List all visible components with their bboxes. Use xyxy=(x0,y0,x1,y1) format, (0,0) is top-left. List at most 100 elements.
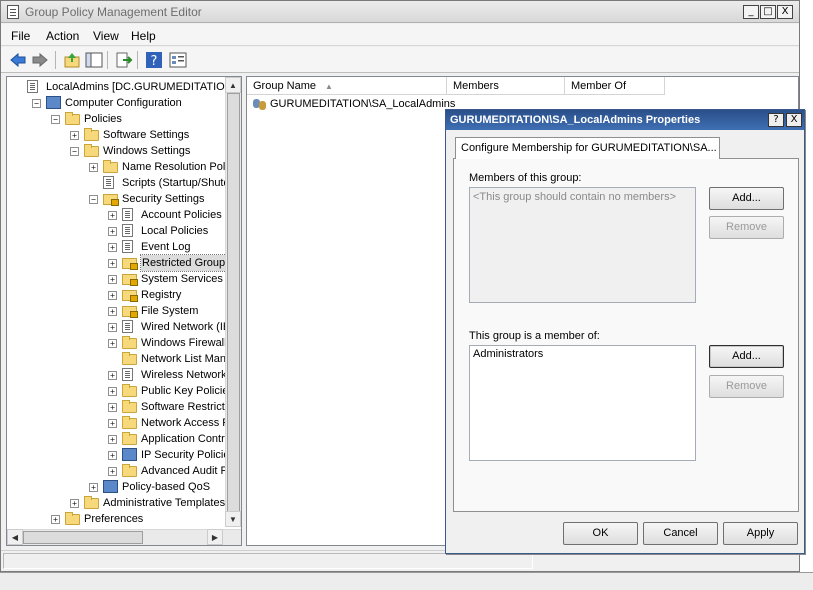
expand-icon[interactable]: + xyxy=(108,323,117,332)
members-remove-button[interactable]: Remove xyxy=(709,216,784,239)
collapse-icon[interactable]: − xyxy=(89,195,98,204)
members-add-button[interactable]: Add... xyxy=(709,187,784,210)
tree-item-event-log[interactable]: + Event Log xyxy=(7,239,225,255)
tree-horizontal-scrollbar[interactable]: ◀ ▶ xyxy=(7,529,241,545)
member-of-item[interactable]: Administrators xyxy=(473,348,543,360)
scroll-up-arrow-icon[interactable]: ▲ xyxy=(225,77,241,93)
folder-icon xyxy=(65,512,80,525)
tree-item-account-policies[interactable]: + Account Policies xyxy=(7,207,225,223)
maximize-button[interactable]: □ xyxy=(760,5,776,19)
collapse-icon[interactable]: − xyxy=(70,147,79,156)
folder-icon xyxy=(122,416,137,429)
dialog-help-button[interactable]: ? xyxy=(768,113,784,127)
expand-icon[interactable]: + xyxy=(89,483,98,492)
tree-item-security-settings[interactable]: − Security Settings xyxy=(7,191,225,207)
tree-item-preferences[interactable]: + Preferences xyxy=(7,511,225,527)
expand-icon[interactable]: + xyxy=(108,291,117,300)
expand-icon[interactable]: + xyxy=(108,451,117,460)
apply-button[interactable]: Apply xyxy=(723,522,798,545)
cancel-button[interactable]: Cancel xyxy=(643,522,718,545)
expand-icon[interactable]: + xyxy=(108,435,117,444)
tree-item-windows-firewall-wit[interactable]: + Windows Firewall wit xyxy=(7,335,241,351)
properties-icon[interactable] xyxy=(169,51,187,69)
expand-icon[interactable]: + xyxy=(70,499,79,508)
scroll-left-arrow-icon[interactable]: ◀ xyxy=(7,529,23,545)
group-icon xyxy=(253,98,267,111)
policy-doc-icon xyxy=(122,224,133,237)
tree-item-public-key-policies[interactable]: + Public Key Policies xyxy=(7,383,234,399)
expand-icon[interactable]: + xyxy=(108,259,117,268)
show-hide-tree-icon[interactable] xyxy=(85,51,103,69)
tree-vertical-scrollbar[interactable]: ▲ ▼ xyxy=(225,77,241,527)
expand-icon[interactable]: + xyxy=(108,419,117,428)
dialog-close-button[interactable]: X xyxy=(786,113,802,127)
tree-item-scripts-startup-shutdow[interactable]: Scripts (Startup/Shutdow xyxy=(7,175,241,191)
member-of-add-button[interactable]: Add... xyxy=(709,345,784,368)
expand-icon[interactable]: + xyxy=(108,275,117,284)
ok-button[interactable]: OK xyxy=(563,522,638,545)
expand-icon[interactable]: + xyxy=(108,339,117,348)
expand-icon[interactable]: + xyxy=(108,387,117,396)
tree-item-windows-settings[interactable]: − Windows Settings xyxy=(7,143,225,159)
security-folder-icon xyxy=(122,258,138,270)
scroll-down-arrow-icon[interactable]: ▼ xyxy=(225,511,241,527)
tree-item-advanced-audit-polic[interactable]: + Advanced Audit Polic xyxy=(7,463,241,479)
tree-item-wired-network-ieee[interactable]: + Wired Network (IEEE xyxy=(7,319,241,335)
up-folder-icon[interactable] xyxy=(63,51,81,69)
expand-icon[interactable]: + xyxy=(108,211,117,220)
column-header-member-of[interactable]: Member Of xyxy=(565,77,665,95)
tree-item-software-restriction[interactable]: + Software Restriction xyxy=(7,399,239,415)
export-list-icon[interactable] xyxy=(115,51,133,69)
scroll-right-arrow-icon[interactable]: ▶ xyxy=(207,529,223,545)
background-strip xyxy=(0,572,813,590)
console-tree[interactable]: + Preferences + Administrative Templates: P… xyxy=(6,76,242,546)
collapse-icon[interactable]: − xyxy=(32,99,41,108)
expand-icon[interactable]: + xyxy=(108,467,117,476)
tree-item-name-resolution-policy[interactable]: + Name Resolution Policy xyxy=(7,159,239,175)
member-of-remove-button[interactable]: Remove xyxy=(709,375,784,398)
expand-icon[interactable]: + xyxy=(108,307,117,316)
menu-action[interactable]: Action xyxy=(46,29,79,43)
expand-icon[interactable]: + xyxy=(108,403,117,412)
tree-item-policies[interactable]: − Policies xyxy=(7,111,225,127)
column-header-members[interactable]: Members xyxy=(447,77,565,95)
expand-icon[interactable]: + xyxy=(108,227,117,236)
help-icon[interactable]: ? xyxy=(145,51,163,69)
members-listbox[interactable]: <This group should contain no members> xyxy=(469,187,696,303)
tree-scroll-thumb[interactable] xyxy=(227,93,240,513)
menu-view[interactable]: View xyxy=(93,29,119,43)
tree-item-administrative-templates-po[interactable]: + Administrative Templates: Po xyxy=(7,495,241,511)
expand-icon[interactable]: + xyxy=(51,515,60,524)
tree-item-ip-security-policies-or[interactable]: + IP Security Policies or xyxy=(7,447,241,463)
tree-item-restricted-groups[interactable]: + Restricted Groups xyxy=(7,254,233,272)
minimize-button[interactable]: _ xyxy=(743,5,759,19)
tree-item-system-services[interactable]: + System Services xyxy=(7,271,225,287)
tree-item-software-settings[interactable]: + Software Settings xyxy=(7,127,225,143)
list-row-group[interactable]: GURUMEDITATION\SA_LocalAdmins xyxy=(253,96,455,112)
collapse-icon[interactable]: − xyxy=(51,115,60,124)
tree-item-network-access-prot[interactable]: + Network Access Prot xyxy=(7,415,241,431)
expand-icon[interactable]: + xyxy=(108,243,117,252)
tree-item-policy-based-qos[interactable]: + Policy-based QoS xyxy=(7,479,225,495)
column-header-group-name[interactable]: Group Name ▲ xyxy=(247,77,447,95)
tree-hscroll-thumb[interactable] xyxy=(23,531,143,544)
expand-icon[interactable]: + xyxy=(108,371,117,380)
member-of-listbox[interactable]: Administrators xyxy=(469,345,696,461)
menu-file[interactable]: File xyxy=(11,29,30,43)
tree-item-local-policies[interactable]: + Local Policies xyxy=(7,223,225,239)
menu-bar: File Action View Help xyxy=(1,24,799,46)
tree-item-wireless-network-ie[interactable]: + Wireless Network (IE xyxy=(7,367,241,383)
back-arrow-icon[interactable] xyxy=(9,51,27,69)
tree-item-registry[interactable]: + Registry xyxy=(7,287,225,303)
expand-icon[interactable]: + xyxy=(89,163,98,172)
tree-item-application-control-p[interactable]: + Application Control P xyxy=(7,431,241,447)
tree-item-network-list-manage[interactable]: Network List Manage xyxy=(7,351,241,367)
close-button[interactable]: X xyxy=(777,5,793,19)
tree-item-localadmins-dc-gurumeditation-loc[interactable]: LocalAdmins [DC.GURUMEDITATION.LOC xyxy=(7,79,241,95)
expand-icon[interactable]: + xyxy=(70,131,79,140)
tree-item-file-system[interactable]: + File System xyxy=(7,303,225,319)
tree-item-computer-configuration[interactable]: − Computer Configuration xyxy=(7,95,225,111)
forward-arrow-icon[interactable] xyxy=(31,51,49,69)
menu-help[interactable]: Help xyxy=(131,29,156,43)
tab-configure-membership[interactable]: Configure Membership for GURUMEDITATION\… xyxy=(455,137,720,159)
